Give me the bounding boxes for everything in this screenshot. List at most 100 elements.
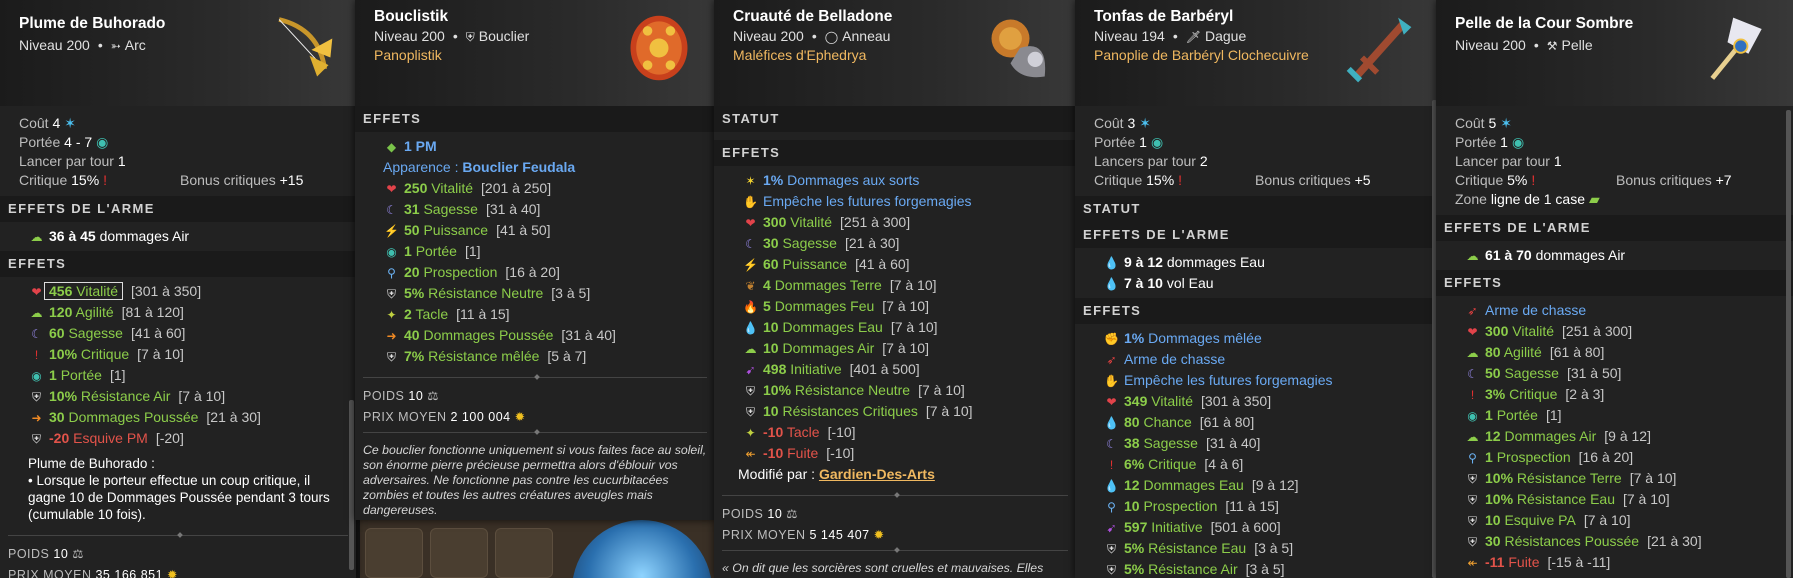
effect-value: 61 à 70	[1485, 247, 1532, 263]
effect-range: [1]	[1545, 407, 1562, 423]
effect-line: ⛨ 10 Résistances Critiques [7 à 10]	[742, 401, 1076, 422]
item-name: Tonfas de Barbéryl	[1094, 8, 1234, 25]
weapon-effect-line: 💧 9 à 12 dommages Eau	[1103, 252, 1437, 273]
stat-value: 5%	[1507, 172, 1528, 188]
stat-label: Coût	[1455, 115, 1485, 131]
stat-value: 1	[1553, 153, 1562, 169]
effect-text: Dommages Poussée	[423, 327, 554, 343]
effect-line: ⚡ 50 Puissance [41 à 50]	[383, 220, 715, 241]
item-tooltip: Tonfas de Barbéryl Niveau 194 • 🗡 Dague Panop…	[1075, 0, 1437, 578]
weapon-effects-header: Effets de l'arme	[1075, 222, 1437, 248]
appearance-name[interactable]: Bouclier Feudala	[462, 159, 575, 175]
effect-value: 349	[1124, 393, 1148, 409]
effect-body: 12 Dommages Air	[1485, 428, 1596, 444]
item-art-icon	[630, 15, 688, 81]
effect-line: ➶ Arme de chasse	[1103, 349, 1437, 370]
item-name: Pelle de la Cour Sombre	[1455, 15, 1634, 32]
effect-text: Empêche les futures forgemagies	[763, 193, 972, 209]
effect-range: [-10]	[826, 445, 855, 461]
effect-range: [7 à 10]	[882, 298, 929, 314]
effect-value: 5%	[1124, 540, 1145, 556]
heart-icon: ❤	[386, 182, 397, 196]
effect-body: 30 Sagesse	[763, 235, 837, 251]
effect-line: ❤ 300 Vitalité [251 à 300]	[742, 212, 1076, 233]
effect-line: ! 3% Critique [2 à 3]	[1464, 384, 1793, 405]
modifier-name-link[interactable]: Gardien-Des-Arts	[819, 466, 935, 482]
scrollbar[interactable]	[1786, 110, 1791, 578]
effect-body: 10% Résistance Terre	[1485, 470, 1622, 486]
effect-line: ⚲ 20 Prospection [16 à 20]	[383, 262, 715, 283]
item-set-link[interactable]: Panoplistik	[374, 47, 442, 63]
effect-text: Dommages Terre	[774, 277, 882, 293]
weapon-effects-list: ☁ 61 à 70 dommages Air	[1436, 241, 1793, 270]
effect-range: [7 à 10]	[1629, 470, 1677, 486]
init-icon: ➹	[1106, 521, 1117, 535]
statut-spacer	[714, 132, 1076, 140]
effect-range: [11 à 15]	[1225, 498, 1279, 514]
hand-icon: ✋	[1104, 374, 1119, 388]
water-icon: 💧	[1104, 416, 1119, 430]
item-illustration	[621, 10, 697, 86]
effect-text: vol Eau	[1166, 275, 1214, 291]
effect-text: Critique	[80, 346, 130, 362]
item-name: Plume de Buhorado	[19, 15, 166, 32]
bonus-value: +15	[279, 172, 304, 188]
item-tooltip: Bouclistik Niveau 200 • ⛨ Bouclier Panoplisti…	[355, 0, 715, 520]
effect-line: ➹ 597 Initiative [501 à 600]	[1103, 517, 1437, 538]
scrollbar[interactable]	[349, 400, 354, 570]
effect-line: ✦ 2 Tacle [11 à 15]	[383, 304, 715, 325]
stat-casts: Lancer par tour 1	[19, 152, 356, 171]
weight-icon: ⚖	[786, 507, 799, 521]
stat-cost: Coût 4 ✶	[19, 114, 356, 133]
effect-text: Prospection	[1496, 449, 1571, 465]
eye-icon: ◉	[31, 369, 42, 383]
effect-value: 7%	[404, 348, 425, 364]
stat-cost: Coût 3 ✶	[1094, 114, 1437, 133]
stat-label: Lancer par tour	[1455, 153, 1550, 169]
effect-body: 300 Vitalité	[763, 214, 832, 230]
effect-text: Agilité	[75, 304, 114, 320]
price-label: PRIX MOYEN	[363, 410, 447, 424]
inventory-slot[interactable]	[430, 528, 488, 578]
zone-line-icon: ▰	[1589, 191, 1600, 207]
effect-value: 1	[1485, 449, 1493, 465]
item-weight: POIDS 10 ⚖	[0, 542, 356, 563]
shield-icon: ⛨	[386, 350, 396, 364]
item-meta: Niveau 200 • ➳ Arc	[19, 37, 146, 53]
effect-value: 60	[49, 325, 65, 341]
inventory-slot[interactable]	[365, 528, 423, 578]
effect-text: Résistances Critiques	[782, 403, 918, 419]
melee-icon: ✊	[1104, 332, 1119, 346]
effect-value: 1	[404, 243, 412, 259]
effect-range: [201 à 250]	[481, 180, 552, 196]
effect-range: [81 à 120]	[121, 304, 184, 320]
effect-text: Puissance	[423, 222, 489, 238]
effect-body: 10% Résistance Eau	[1485, 491, 1615, 507]
tooltip-header: Tonfas de Barbéryl Niveau 194 • 🗡 Dague Panop…	[1075, 0, 1437, 106]
effect-line: ⚡ 60 Puissance [41 à 60]	[742, 254, 1076, 275]
effect-range: [7 à 10]	[889, 277, 937, 293]
effect-line: ⛨ 10% Résistance Terre [7 à 10]	[1464, 468, 1793, 489]
moon-icon: ☾	[745, 237, 756, 251]
effect-line: 💧 10 Dommages Eau [7 à 10]	[742, 317, 1076, 338]
water-icon: 💧	[1104, 479, 1119, 493]
effect-value: 12	[1485, 428, 1501, 444]
effect-value: 60	[763, 256, 779, 272]
earth-icon: ❦	[745, 279, 756, 293]
effect-text: Apparence :	[383, 159, 463, 175]
effect-text: Vitalité	[1151, 393, 1194, 409]
item-set-link[interactable]: Panoplie de Barbéryl Clochecuivre	[1094, 47, 1309, 63]
price-label: PRIX MOYEN	[8, 568, 92, 578]
bonus-value: +7	[1715, 172, 1732, 188]
effect-range: [7 à 10]	[1583, 512, 1631, 528]
effect-range: [11 à 15]	[456, 306, 510, 322]
effect-range: [31 à 40]	[1205, 435, 1261, 451]
effect-range: [31 à 50]	[1566, 365, 1622, 381]
stat-range: Portée 1 ◉	[1094, 133, 1437, 152]
item-set-link[interactable]: Maléfices d'Ephedrya	[733, 47, 866, 63]
effect-text: dommages Air	[1535, 247, 1626, 263]
inventory-slot[interactable]	[495, 528, 553, 578]
item-name: Cruauté de Belladone	[733, 8, 893, 25]
effect-text: Dommages mêlée	[1148, 330, 1262, 346]
tackle-icon: ✦	[386, 308, 397, 322]
